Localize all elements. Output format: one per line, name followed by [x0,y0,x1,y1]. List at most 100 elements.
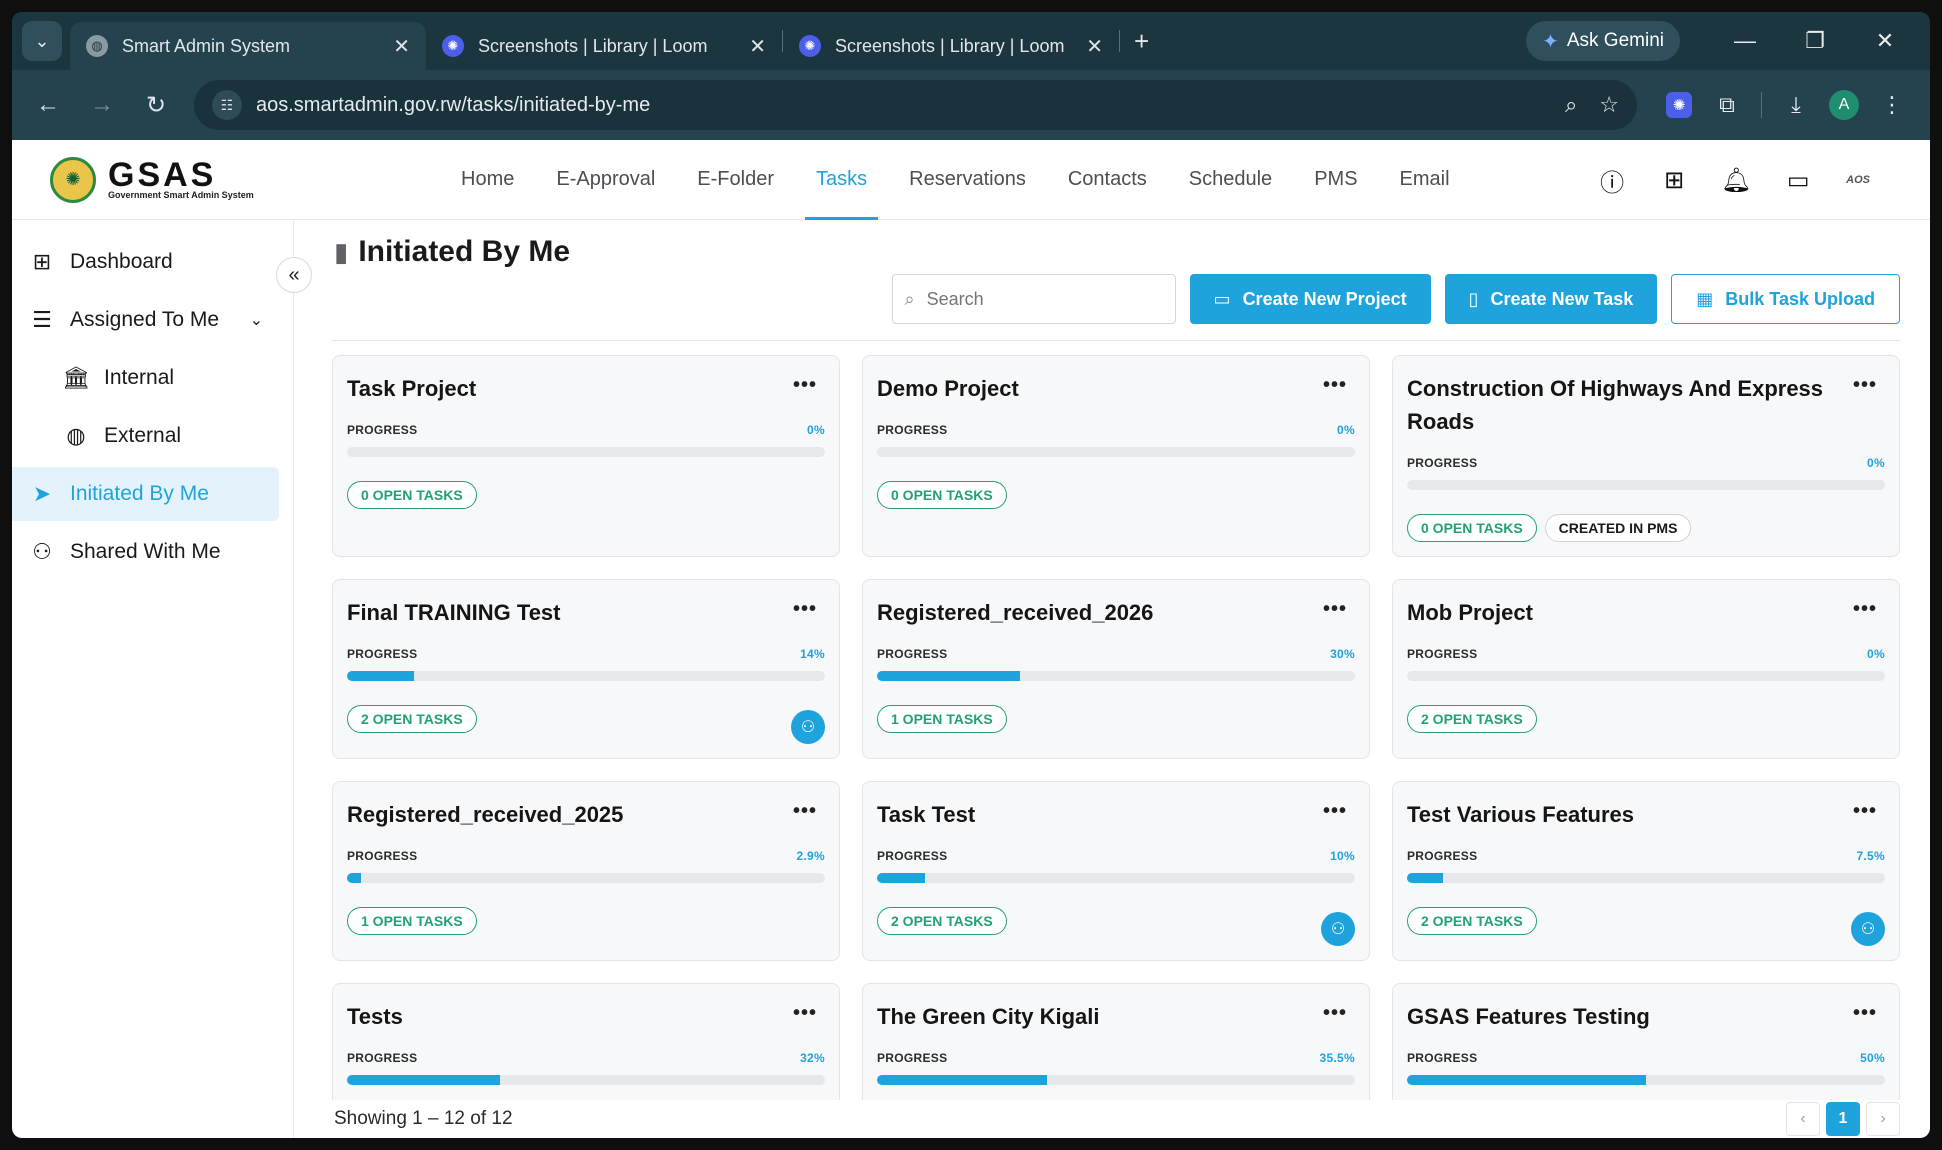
more-options-icon[interactable]: ••• [1853,374,1877,397]
close-icon[interactable]: ✕ [393,34,410,59]
project-title[interactable]: Construction Of Highways And Express Roa… [1407,372,1885,438]
close-icon[interactable]: ✕ [749,34,766,59]
project-card[interactable]: Task Test ••• PROGRESS 10% 2 OPEN TASKS ⚇ [862,781,1370,961]
address-bar[interactable]: ☷ aos.smartadmin.gov.rw/tasks/initiated-… [194,80,1637,130]
more-menu-icon[interactable]: ⋮ [1868,81,1916,129]
close-window-button[interactable]: ✕ [1850,28,1920,54]
profile-button[interactable]: A [1820,81,1868,129]
more-options-icon[interactable]: ••• [793,800,817,823]
nav-tasks[interactable]: Tasks [795,140,888,220]
project-card[interactable]: Final TRAINING Test ••• PROGRESS 14% 2 OPEN … [332,579,840,759]
nav-schedule[interactable]: Schedule [1168,140,1293,220]
more-options-icon[interactable]: ••• [1323,800,1347,823]
download-icon[interactable]: ⤓ [1772,81,1820,129]
project-title[interactable]: The Green City Kigali [877,1000,1355,1033]
forward-button[interactable]: → [80,83,124,127]
ask-gemini-button[interactable]: ✦ Ask Gemini [1526,21,1680,61]
sidebar-item-internal[interactable]: 🏛︎ Internal [12,351,279,405]
browser-tab-0[interactable]: ◍ Smart Admin System ✕ [70,22,426,70]
nav-email[interactable]: Email [1379,140,1471,220]
group-icon: ⚇ [32,539,52,564]
assignee-icon[interactable]: ⚇ [1851,912,1885,946]
restore-button[interactable]: ❐ [1780,28,1850,54]
project-title[interactable]: Test Various Features [1407,798,1885,831]
next-page-button[interactable]: › [1866,1102,1900,1136]
sidebar-item-assigned-to-me[interactable]: ☰ Assigned To Me ⌄ [12,293,279,347]
assignee-icon[interactable]: ⚇ [791,710,825,744]
project-title[interactable]: Final TRAINING Test [347,596,825,629]
project-title[interactable]: Tests [347,1000,825,1033]
project-card[interactable]: Registered_received_2026 ••• PROGRESS 30% 1 … [862,579,1370,759]
apps-grid-icon[interactable]: ⊞ [1660,166,1688,194]
project-title[interactable]: Registered_received_2026 [877,596,1355,629]
more-options-icon[interactable]: ••• [793,374,817,397]
more-options-icon[interactable]: ••• [1323,374,1347,397]
loom-icon: ✺ [1666,92,1692,118]
project-card[interactable]: Mob Project ••• PROGRESS 0% 2 OPEN TASKS [1392,579,1900,759]
bulk-task-upload-button[interactable]: ▦ Bulk Task Upload [1671,274,1900,324]
close-icon[interactable]: ✕ [1086,34,1103,59]
site-settings-icon[interactable]: ☷ [212,90,242,120]
more-options-icon[interactable]: ••• [1853,1002,1877,1025]
browser-tab-1[interactable]: ✺ Screenshots | Library | Loom ✕ [426,22,782,70]
chat-icon[interactable]: ▭ [1784,166,1812,194]
zoom-icon[interactable]: ⌕ [1565,92,1577,118]
project-title[interactable]: Mob Project [1407,596,1885,629]
more-options-icon[interactable]: ••• [793,598,817,621]
project-card[interactable]: Task Project ••• PROGRESS 0% 0 OPEN TASKS [332,355,840,557]
bell-icon[interactable]: 🔔︎ [1721,166,1751,194]
nav-pms[interactable]: PMS [1293,140,1378,220]
nav-e-folder[interactable]: E-Folder [676,140,795,220]
project-card[interactable]: The Green City Kigali ••• PROGRESS 35.5% [862,983,1370,1100]
search-input[interactable] [926,288,1163,310]
project-title[interactable]: GSAS Features Testing [1407,1000,1885,1033]
project-card[interactable]: Tests ••• PROGRESS 32% [332,983,840,1100]
project-card[interactable]: Registered_received_2025 ••• PROGRESS 2.9% 1… [332,781,840,961]
project-card[interactable]: Test Various Features ••• PROGRESS 7.5% 2 OP… [1392,781,1900,961]
sidebar-item-dashboard[interactable]: ⊞ Dashboard [12,235,279,289]
nav-e-approval[interactable]: E-Approval [535,140,676,220]
more-options-icon[interactable]: ••• [1853,598,1877,621]
chevron-down-icon: ⌄ [34,30,50,51]
project-title[interactable]: Task Project [347,372,825,405]
more-options-icon[interactable]: ••• [1853,800,1877,823]
project-card[interactable]: Demo Project ••• PROGRESS 0% 0 OPEN TASKS [862,355,1370,557]
help-icon[interactable]: ⓘ [1598,166,1626,197]
project-title[interactable]: Demo Project [877,372,1355,405]
more-options-icon[interactable]: ••• [1323,598,1347,621]
page-number-button[interactable]: 1 [1826,1102,1860,1136]
collapse-sidebar-button[interactable]: « [276,257,312,293]
reload-button[interactable]: ↻ [134,83,178,127]
project-title[interactable]: Registered_received_2025 [347,798,825,831]
more-options-icon[interactable]: ••• [793,1002,817,1025]
new-tab-button[interactable]: + [1134,26,1149,57]
create-new-task-button[interactable]: ▯ Create New Task [1444,274,1658,324]
logo[interactable]: ✺ GSAS Government Smart Admin System [50,156,380,203]
bookmark-star-icon[interactable]: ☆ [1599,92,1619,118]
loom-extension-button[interactable]: ✺ [1655,81,1703,129]
open-tasks-badge: 0 OPEN TASKS [347,481,477,509]
user-menu[interactable]: AOS [1846,174,1870,186]
sidebar-item-external[interactable]: ◍ External [12,409,279,463]
nav-contacts[interactable]: Contacts [1047,140,1168,220]
sidebar-item-shared-with-me[interactable]: ⚇ Shared With Me [12,525,279,579]
minimize-button[interactable]: — [1710,28,1780,54]
project-card[interactable]: Construction Of Highways And Express Roa… [1392,355,1900,557]
sidebar-item-initiated-by-me[interactable]: ➤ Initiated By Me [12,467,279,521]
search-box[interactable]: ⌕ [891,274,1176,324]
more-options-icon[interactable]: ••• [1323,1002,1347,1025]
assignee-icon[interactable]: ⚇ [1321,912,1355,946]
back-button[interactable]: ← [26,83,70,127]
url-text[interactable]: aos.smartadmin.gov.rw/tasks/initiated-by… [256,94,1543,117]
project-title[interactable]: Task Test [877,798,1355,831]
project-card[interactable]: GSAS Features Testing ••• PROGRESS 50% [1392,983,1900,1100]
extensions-icon[interactable]: ⧉ [1703,81,1751,129]
nav-reservations[interactable]: Reservations [888,140,1047,220]
nav-home[interactable]: Home [440,140,535,220]
browser-tab-2[interactable]: ✺ Screenshots | Library | Loom ✕ [783,22,1119,70]
progress-label: PROGRESS [1407,849,1478,863]
tab-search-button[interactable]: ⌄ [22,21,62,61]
progress-label: PROGRESS [347,849,418,863]
create-new-project-button[interactable]: ▭ Create New Project [1189,274,1431,324]
prev-page-button[interactable]: ‹ [1786,1102,1820,1136]
